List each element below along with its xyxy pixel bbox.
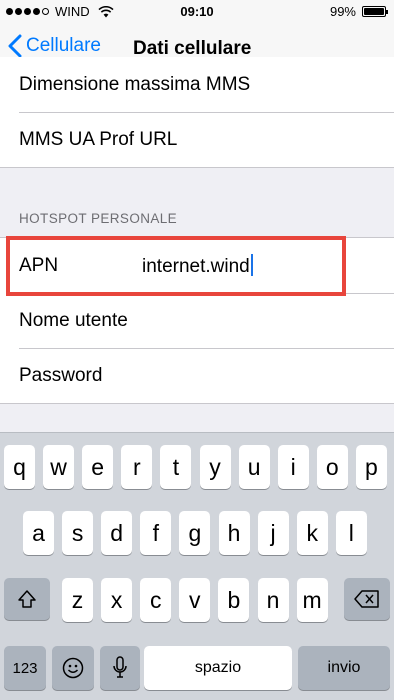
key-y[interactable]: y xyxy=(199,445,231,489)
mms-settings-group: Dimensione massima MMS MMS UA Prof URL xyxy=(0,57,394,167)
status-bar: WIND 09:10 99% xyxy=(0,0,394,24)
username-row[interactable]: Nome utente xyxy=(0,293,394,348)
key-t[interactable]: t xyxy=(160,445,192,489)
key-q[interactable]: q xyxy=(4,445,35,489)
shift-key[interactable] xyxy=(4,578,50,620)
key-p[interactable]: p xyxy=(355,445,387,489)
key-z[interactable]: z xyxy=(62,578,93,622)
return-key[interactable]: invio xyxy=(298,646,390,690)
password-label: Password xyxy=(19,364,103,386)
battery-icon xyxy=(362,6,388,17)
apn-row[interactable]: APN internet.wind xyxy=(0,238,394,293)
key-e[interactable]: e xyxy=(82,445,114,489)
key-n[interactable]: n xyxy=(257,578,289,622)
keyboard: qwertyuiop asdfghjkl zxcvbnm 123 spazio … xyxy=(0,432,394,700)
key-o[interactable]: o xyxy=(316,445,348,489)
key-r[interactable]: r xyxy=(121,445,153,489)
key-l[interactable]: l xyxy=(335,511,367,555)
backspace-key[interactable] xyxy=(344,578,390,620)
key-u[interactable]: u xyxy=(238,445,270,489)
key-i[interactable]: i xyxy=(277,445,309,489)
dictation-key[interactable] xyxy=(100,646,140,690)
battery-level xyxy=(364,8,384,15)
mms-ua-prof-url-label: MMS UA Prof URL xyxy=(19,128,178,150)
battery-status: 99% xyxy=(329,4,388,19)
mms-ua-prof-url-row[interactable]: MMS UA Prof URL xyxy=(0,112,394,167)
battery-percent: 99% xyxy=(329,4,356,19)
hotspot-settings-group: APN internet.wind Nome utente Password xyxy=(0,238,394,403)
chevron-left-icon xyxy=(8,34,22,58)
apn-value: internet.wind xyxy=(142,255,250,277)
username-label: Nome utente xyxy=(19,309,128,331)
section-header-hotspot: HOTSPOT PERSONALE xyxy=(19,211,178,226)
apn-input[interactable]: internet.wind xyxy=(142,253,253,278)
text-cursor xyxy=(250,253,253,276)
mms-max-size-row[interactable]: Dimensione massima MMS xyxy=(0,57,394,112)
key-d[interactable]: d xyxy=(101,511,133,555)
key-j[interactable]: j xyxy=(257,511,289,555)
microphone-icon xyxy=(113,656,127,678)
mms-max-size-label: Dimensione massima MMS xyxy=(19,74,251,95)
numbers-key[interactable]: 123 xyxy=(4,646,46,690)
key-b[interactable]: b xyxy=(218,578,250,622)
key-s[interactable]: s xyxy=(62,511,94,555)
backspace-icon xyxy=(354,590,379,608)
key-x[interactable]: x xyxy=(101,578,133,622)
key-m[interactable]: m xyxy=(296,578,328,622)
emoji-icon xyxy=(62,657,84,679)
key-a[interactable]: a xyxy=(23,511,54,555)
emoji-key[interactable] xyxy=(52,646,94,690)
apn-label: APN xyxy=(19,254,59,276)
key-h[interactable]: h xyxy=(218,511,250,555)
password-row[interactable]: Password xyxy=(0,348,394,403)
key-f[interactable]: f xyxy=(140,511,172,555)
key-g[interactable]: g xyxy=(179,511,211,555)
back-button[interactable]: Cellulare xyxy=(8,34,101,58)
space-key[interactable]: spazio xyxy=(144,646,292,690)
key-w[interactable]: w xyxy=(43,445,75,489)
back-label: Cellulare xyxy=(26,35,101,56)
key-k[interactable]: k xyxy=(296,511,328,555)
key-v[interactable]: v xyxy=(179,578,211,622)
shift-icon xyxy=(18,590,36,608)
key-c[interactable]: c xyxy=(140,578,172,622)
